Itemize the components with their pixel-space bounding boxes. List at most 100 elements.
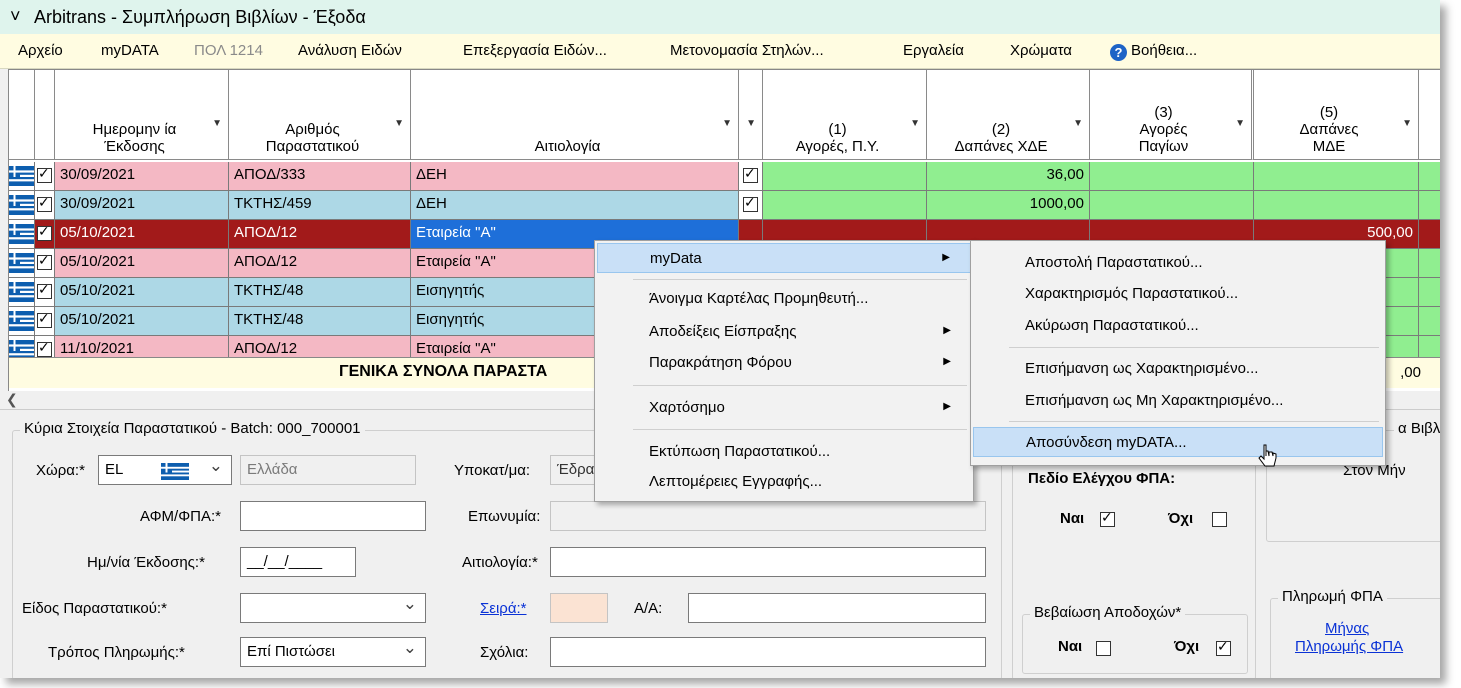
table-cell-date[interactable]: 05/10/2021 bbox=[55, 220, 229, 249]
header-check2[interactable]: ▼ bbox=[739, 70, 763, 160]
header-col1[interactable]: (1) Αγορές, Π.Υ. ▼ bbox=[763, 70, 927, 160]
country-select[interactable]: EL bbox=[98, 455, 232, 485]
row-checkbox[interactable] bbox=[37, 223, 52, 241]
series-input[interactable] bbox=[550, 593, 608, 623]
table-cell-c3[interactable] bbox=[1090, 162, 1254, 191]
table-cell-c5[interactable] bbox=[1254, 191, 1419, 220]
ctx-details[interactable]: Λεπτομέρειες Εγγραφής... bbox=[597, 467, 971, 497]
header-reason[interactable]: Αιτιολογία ▼ bbox=[411, 70, 739, 160]
sub-send[interactable]: Αποστολή Παραστατικού... bbox=[973, 248, 1383, 278]
menu-help[interactable]: ? Βοήθεια... bbox=[1110, 42, 1197, 61]
ctx-print[interactable]: Εκτύπωση Παραστατικού... bbox=[597, 437, 971, 467]
chevron-down-icon[interactable]: ▼ bbox=[1402, 115, 1412, 132]
chevron-down-icon[interactable]: ▼ bbox=[1073, 115, 1083, 132]
ctx-mydata[interactable]: myData ▶ bbox=[597, 243, 971, 273]
header-docnum[interactable]: Αριθμός Παραστατικού ▼ bbox=[229, 70, 411, 160]
table-cell-c1[interactable] bbox=[763, 191, 927, 220]
menu-item-analysis[interactable]: Ανάλυση Ειδών bbox=[298, 42, 402, 59]
chevron-down-icon[interactable]: ▼ bbox=[212, 115, 222, 132]
table-row[interactable]: 30/09/2021ΤΚΤΗΣ/459ΔΕΗ 1000,00 bbox=[9, 191, 1440, 220]
chevron-down-icon[interactable]: ▼ bbox=[910, 115, 920, 132]
header-col5[interactable]: (5) Δαπάνες ΜΔΕ ▼ bbox=[1254, 70, 1419, 160]
table-cell-doc[interactable]: ΑΠΟΔ/333 bbox=[229, 162, 411, 191]
menu-rename-columns[interactable]: Μετονομασία Στηλών... bbox=[670, 42, 824, 59]
row-checkbox[interactable] bbox=[37, 339, 52, 357]
menu-help-label: Βοήθεια... bbox=[1131, 42, 1198, 59]
vat-payment-month-link[interactable]: Μήνας bbox=[1325, 620, 1369, 637]
row-checkbox[interactable] bbox=[37, 310, 52, 328]
menu-pol1214[interactable]: ΠΟΛ 1214 bbox=[194, 42, 263, 59]
row-checkbox[interactable] bbox=[37, 165, 52, 183]
table-cell-doc[interactable]: ΑΠΟΔ/12 bbox=[229, 220, 411, 249]
vat-check-yes-checkbox[interactable] bbox=[1100, 509, 1115, 527]
menu-tools[interactable]: Εργαλεία bbox=[903, 42, 964, 59]
chevron-down-icon[interactable]: ▼ bbox=[1235, 115, 1245, 132]
row-check-cell[interactable] bbox=[35, 278, 55, 307]
row-checkbox-2[interactable] bbox=[743, 165, 758, 183]
table-cell-c2[interactable]: 1000,00 bbox=[927, 191, 1090, 220]
header-date[interactable]: Ημερομην ία Έκδοσης ▼ bbox=[55, 70, 229, 160]
notes-input[interactable] bbox=[550, 637, 986, 667]
menu-file[interactable]: Αρχείο bbox=[18, 42, 63, 59]
name-input[interactable] bbox=[550, 501, 986, 531]
row-check-cell[interactable] bbox=[35, 307, 55, 336]
row-check2-cell[interactable] bbox=[739, 162, 763, 191]
table-cell-reason[interactable]: ΔΕΗ bbox=[411, 191, 739, 220]
table-cell-reason[interactable]: ΔΕΗ bbox=[411, 162, 739, 191]
sub-characterize[interactable]: Χαρακτηρισμός Παραστατικού... bbox=[973, 279, 1383, 309]
payment-select[interactable]: Επί Πιστώσει bbox=[240, 637, 426, 667]
ctx-stamp-label: Χαρτόσημο bbox=[649, 399, 725, 416]
table-cell-date[interactable]: 30/09/2021 bbox=[55, 191, 229, 220]
header-col2[interactable]: (2) Δαπάνες ΧΔΕ ▼ bbox=[927, 70, 1090, 160]
ctx-open-supplier[interactable]: Άνοιγμα Καρτέλας Προμηθευτή... bbox=[597, 284, 971, 314]
chevron-down-icon[interactable]: ▼ bbox=[746, 115, 756, 132]
ctx-receipts[interactable]: Αποδείξεις Είσπραξης ▶ bbox=[597, 317, 971, 347]
issue-date-input[interactable]: __/__/____ bbox=[240, 547, 356, 577]
row-checkbox[interactable] bbox=[37, 281, 52, 299]
table-cell-doc[interactable]: ΤΚΤΗΣ/48 bbox=[229, 307, 411, 336]
table-cell-c5[interactable] bbox=[1254, 162, 1419, 191]
sub-cancel[interactable]: Ακύρωση Παραστατικού... bbox=[973, 311, 1383, 341]
row-check2-cell[interactable] bbox=[739, 191, 763, 220]
row-check-cell[interactable] bbox=[35, 249, 55, 278]
mouse-cursor-icon bbox=[1258, 444, 1277, 467]
table-cell-c2[interactable]: 36,00 bbox=[927, 162, 1090, 191]
aa-input[interactable] bbox=[688, 593, 986, 623]
table-cell-c1[interactable] bbox=[763, 162, 927, 191]
sub-disconnect[interactable]: Αποσύνδεση myDATA... bbox=[973, 427, 1383, 457]
row-check-cell[interactable] bbox=[35, 220, 55, 249]
table-cell-date[interactable]: 05/10/2021 bbox=[55, 249, 229, 278]
vat-input[interactable] bbox=[240, 501, 426, 531]
scroll-left-icon[interactable]: ❮ bbox=[6, 391, 18, 408]
menu-mydata[interactable]: myDATA bbox=[101, 42, 159, 59]
header-col3[interactable]: (3) Αγορές Παγίων ▼ bbox=[1090, 70, 1254, 160]
ctx-withholding[interactable]: Παρακράτηση Φόρου ▶ bbox=[597, 348, 971, 378]
table-cell-date[interactable]: 05/10/2021 bbox=[55, 278, 229, 307]
income-no-checkbox[interactable] bbox=[1216, 638, 1231, 656]
ctx-stamp[interactable]: Χαρτόσημο ▶ bbox=[597, 393, 971, 423]
row-check-cell[interactable] bbox=[35, 162, 55, 191]
row-check-cell[interactable] bbox=[35, 191, 55, 220]
doc-type-select[interactable] bbox=[240, 593, 426, 623]
vat-payment-link[interactable]: Πληρωμής ΦΠΑ bbox=[1295, 638, 1403, 655]
income-yes-checkbox[interactable] bbox=[1096, 641, 1111, 656]
row-checkbox-2[interactable] bbox=[743, 194, 758, 212]
sub-mark-characterized[interactable]: Επισήμανση ως Χαρακτηρισμένο... bbox=[973, 354, 1383, 384]
series-link[interactable]: Σειρά:* bbox=[480, 600, 527, 617]
row-checkbox[interactable] bbox=[37, 194, 52, 212]
sub-mark-uncharacterized[interactable]: Επισήμανση ως Μη Χαρακτηρισμένο... bbox=[973, 386, 1383, 416]
vat-check-no-checkbox[interactable] bbox=[1212, 512, 1227, 527]
reason-input[interactable] bbox=[550, 547, 986, 577]
menu-item-edit[interactable]: Επεξεργασία Ειδών... bbox=[463, 42, 607, 59]
table-cell-doc[interactable]: ΑΠΟΔ/12 bbox=[229, 249, 411, 278]
table-cell-date[interactable]: 05/10/2021 bbox=[55, 307, 229, 336]
menu-colors[interactable]: Χρώματα bbox=[1010, 42, 1072, 59]
table-cell-c3[interactable] bbox=[1090, 191, 1254, 220]
chevron-down-icon[interactable]: ▼ bbox=[394, 115, 404, 132]
row-checkbox[interactable] bbox=[37, 252, 52, 270]
table-row[interactable]: 30/09/2021ΑΠΟΔ/333ΔΕΗ 36,00 bbox=[9, 162, 1440, 191]
chevron-down-icon[interactable]: ▼ bbox=[722, 115, 732, 132]
table-cell-date[interactable]: 30/09/2021 bbox=[55, 162, 229, 191]
table-cell-doc[interactable]: ΤΚΤΗΣ/48 bbox=[229, 278, 411, 307]
table-cell-doc[interactable]: ΤΚΤΗΣ/459 bbox=[229, 191, 411, 220]
